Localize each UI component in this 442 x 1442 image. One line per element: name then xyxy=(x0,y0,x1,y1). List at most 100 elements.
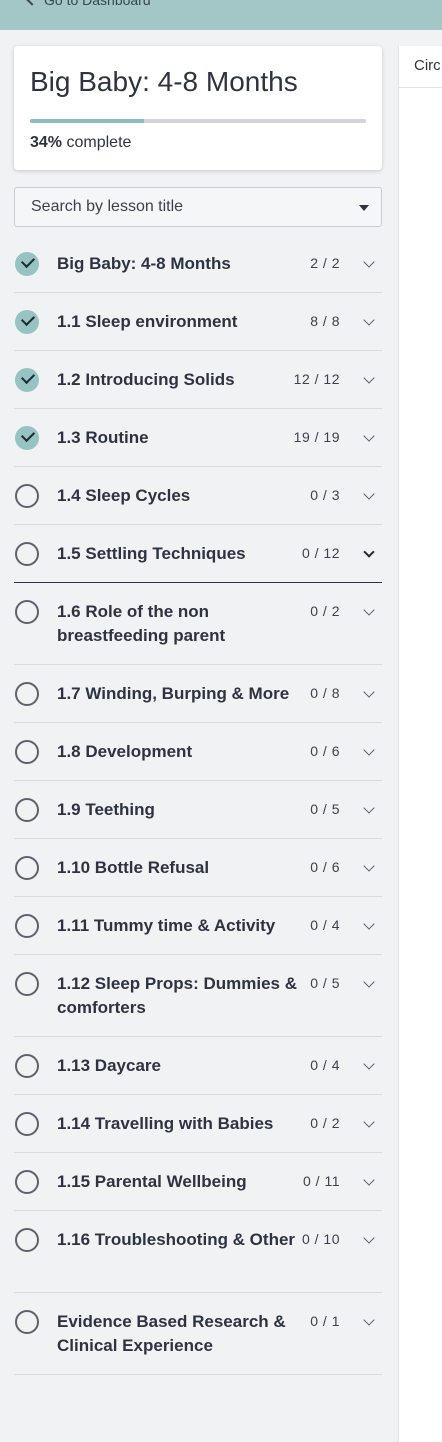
progress-percent: 34% xyxy=(30,134,63,151)
search-placeholder: Search by lesson title xyxy=(31,198,184,215)
content-panel: Circ xyxy=(398,46,442,1442)
lesson-title: 1.15 Parental Wellbeing xyxy=(57,1172,247,1191)
lesson-title: 1.2 Introducing Solids xyxy=(57,370,235,389)
lesson-row[interactable]: 1.15 Parental Wellbeing 0 / 11 xyxy=(14,1153,382,1211)
lesson-row[interactable]: 1.16 Troubleshooting & Other 0 / 10 xyxy=(14,1211,382,1293)
lesson-title: Big Baby: 4-8 Months xyxy=(57,254,231,273)
lesson-title: 1.3 Routine xyxy=(57,428,149,447)
lesson-title: 1.10 Bottle Refusal xyxy=(57,858,210,877)
lesson-title: 1.9 Teething xyxy=(57,800,155,819)
lesson-row[interactable]: 1.9 Teething 0 / 5 xyxy=(14,781,382,839)
lesson-title: 1.6 Role of the non breastfeeding parent xyxy=(57,602,226,645)
course-progress-card: Big Baby: 4-8 Months 34% complete xyxy=(14,46,382,170)
incomplete-circle-icon xyxy=(15,798,39,822)
lesson-title: 1.5 Settling Techniques xyxy=(57,544,246,563)
lesson-count: 8 / 8 xyxy=(310,313,340,329)
incomplete-circle-icon xyxy=(15,682,39,706)
chevron-down-icon[interactable] xyxy=(363,1314,375,1326)
lesson-row[interactable]: Evidence Based Research & Clinical Exper… xyxy=(14,1293,382,1375)
lesson-count: 0 / 5 xyxy=(310,975,340,991)
lesson-count: 0 / 1 xyxy=(310,1313,340,1329)
lesson-count: 0 / 4 xyxy=(310,1057,340,1073)
incomplete-circle-icon xyxy=(15,1310,39,1334)
lesson-title: 1.4 Sleep Cycles xyxy=(57,486,191,505)
chevron-down-icon[interactable] xyxy=(363,802,375,814)
lesson-count: 0 / 3 xyxy=(310,487,340,503)
incomplete-circle-icon xyxy=(15,1112,39,1136)
lesson-count: 12 / 12 xyxy=(293,371,340,387)
lesson-count: 0 / 6 xyxy=(310,859,340,875)
chevron-down-icon[interactable] xyxy=(363,256,375,268)
lesson-count: 0 / 2 xyxy=(310,1115,340,1131)
lesson-row[interactable]: 1.3 Routine 19 / 19 xyxy=(14,409,382,467)
lesson-row[interactable]: Big Baby: 4-8 Months 2 / 2 xyxy=(14,235,382,293)
back-to-dashboard-link[interactable]: Go to Dashboard xyxy=(26,0,151,8)
incomplete-circle-icon xyxy=(15,600,39,624)
lesson-title: 1.1 Sleep environment xyxy=(57,312,238,331)
lesson-row[interactable]: 1.2 Introducing Solids 12 / 12 xyxy=(14,351,382,409)
completed-check-icon xyxy=(15,368,39,392)
incomplete-circle-icon xyxy=(15,1054,39,1078)
chevron-down-icon[interactable] xyxy=(363,372,375,384)
chevron-down-icon[interactable] xyxy=(363,1174,375,1186)
incomplete-circle-icon xyxy=(15,1228,39,1252)
chevron-down-icon[interactable] xyxy=(363,604,375,616)
lesson-row[interactable]: 1.11 Tummy time & Activity 0 / 4 xyxy=(14,897,382,955)
content-tab-label: Circ xyxy=(414,57,441,74)
lesson-row[interactable]: 1.1 Sleep environment 8 / 8 xyxy=(14,293,382,351)
chevron-down-icon[interactable] xyxy=(363,744,375,756)
lesson-count: 0 / 4 xyxy=(310,917,340,933)
incomplete-circle-icon xyxy=(15,972,39,996)
incomplete-circle-icon xyxy=(15,542,39,566)
lesson-count: 0 / 11 xyxy=(303,1173,340,1189)
chevron-down-icon[interactable] xyxy=(363,314,375,326)
course-title: Big Baby: 4-8 Months xyxy=(30,66,298,97)
chevron-down-icon[interactable] xyxy=(363,976,375,988)
lesson-title: 1.8 Development xyxy=(57,742,193,761)
chevron-down-icon[interactable] xyxy=(363,1116,375,1128)
completed-check-icon xyxy=(15,252,39,276)
lesson-count: 0 / 6 xyxy=(310,743,340,759)
incomplete-circle-icon xyxy=(15,856,39,880)
completed-check-icon xyxy=(15,426,39,450)
completed-check-icon xyxy=(15,310,39,334)
lesson-count: 2 / 2 xyxy=(310,255,340,271)
chevron-left-icon xyxy=(26,0,38,6)
lesson-title: 1.7 Winding, Burping & More xyxy=(57,684,290,703)
chevron-down-icon[interactable] xyxy=(363,686,375,698)
lesson-title: 1.12 Sleep Props: Dummies & comforters xyxy=(57,974,297,1017)
lesson-count: 0 / 8 xyxy=(310,685,340,701)
lesson-title: 1.14 Travelling with Babies xyxy=(57,1114,274,1133)
lesson-list: Big Baby: 4-8 Months 2 / 2 1.1 Sleep envir… xyxy=(14,235,382,1375)
progress-bar-fill xyxy=(30,119,145,123)
lesson-search-select[interactable]: Search by lesson title xyxy=(14,187,382,227)
lesson-count: 0 / 10 xyxy=(301,1231,340,1247)
chevron-down-icon[interactable] xyxy=(363,918,375,930)
chevron-down-icon[interactable] xyxy=(363,430,375,442)
incomplete-circle-icon xyxy=(15,484,39,508)
chevron-down-icon[interactable] xyxy=(363,1232,375,1244)
lesson-count: 19 / 19 xyxy=(293,429,340,445)
lesson-row[interactable]: 1.12 Sleep Props: Dummies & comforters 0 … xyxy=(14,955,382,1037)
lesson-row[interactable]: 1.14 Travelling with Babies 0 / 2 xyxy=(14,1095,382,1153)
content-tab[interactable]: Circ xyxy=(399,46,442,88)
lesson-row[interactable]: 1.4 Sleep Cycles 0 / 3 xyxy=(14,467,382,525)
lesson-count: 0 / 5 xyxy=(310,801,340,817)
incomplete-circle-icon xyxy=(15,740,39,764)
incomplete-circle-icon xyxy=(15,914,39,938)
lesson-title: 1.13 Daycare xyxy=(57,1056,161,1075)
progress-text: 34% complete xyxy=(30,134,131,152)
lesson-row[interactable]: 1.10 Bottle Refusal 0 / 6 xyxy=(14,839,382,897)
chevron-down-icon[interactable] xyxy=(363,488,375,500)
lesson-row[interactable]: 1.13 Daycare 0 / 4 xyxy=(14,1037,382,1095)
top-bar: Go to Dashboard xyxy=(0,0,442,30)
chevron-down-icon[interactable] xyxy=(363,1058,375,1070)
lesson-title: 1.16 Troubleshooting & Other xyxy=(57,1230,296,1249)
chevron-down-icon[interactable] xyxy=(363,546,375,558)
lesson-row[interactable]: 1.8 Development 0 / 6 xyxy=(14,723,382,781)
lesson-row[interactable]: 1.5 Settling Techniques 0 / 12 xyxy=(14,525,382,583)
chevron-down-icon[interactable] xyxy=(363,860,375,872)
progress-bar xyxy=(30,119,366,123)
lesson-row[interactable]: 1.7 Winding, Burping & More 0 / 8 xyxy=(14,665,382,723)
lesson-row[interactable]: 1.6 Role of the non breastfeeding parent… xyxy=(14,583,382,665)
